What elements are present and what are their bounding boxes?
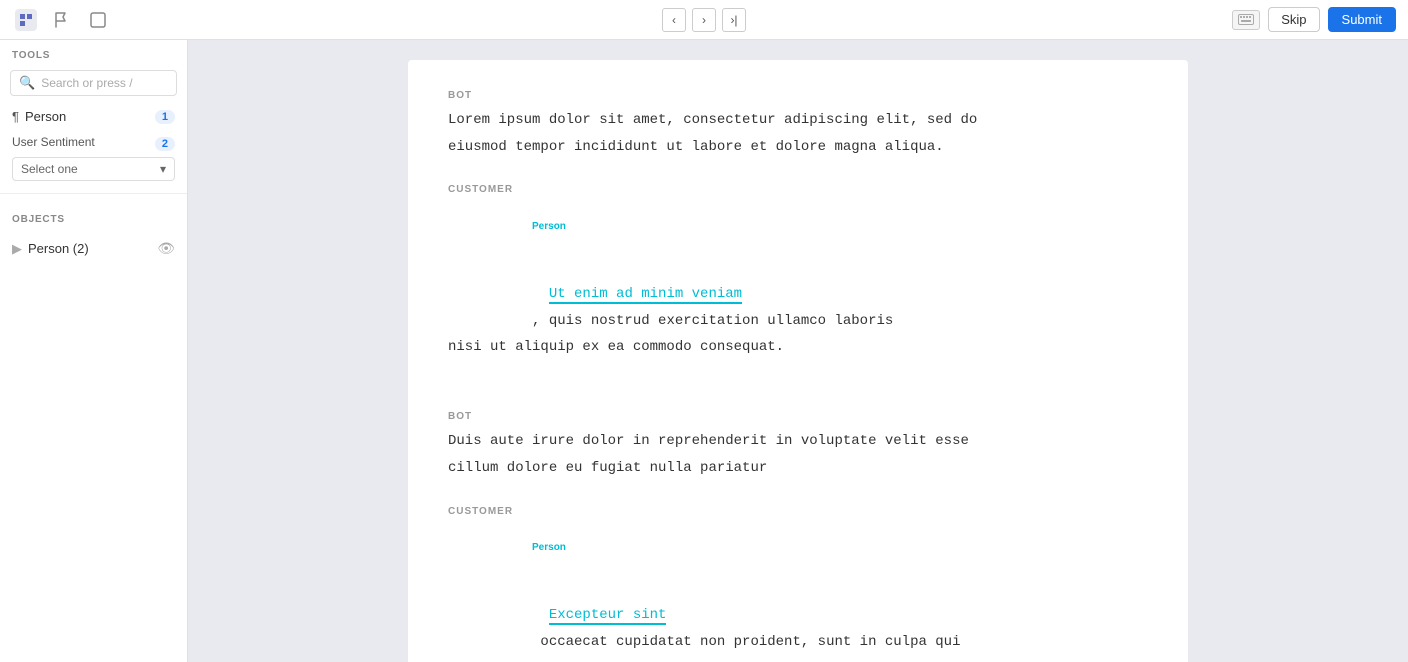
person-tool-icon: ¶ bbox=[12, 109, 19, 124]
content-area: BOT Lorem ipsum dolor sit amet, consecte… bbox=[188, 40, 1408, 662]
navigation-controls: ‹ › ›| bbox=[662, 8, 746, 32]
sidebar-divider bbox=[0, 193, 187, 194]
app-logo-icon bbox=[12, 6, 40, 34]
message-role-1: BOT bbox=[448, 90, 1148, 101]
message-text-4: Person Excepteur sint occaecat cupidatat… bbox=[448, 523, 1148, 662]
keyboard-icon bbox=[1232, 10, 1260, 30]
user-sentiment-badge: 2 bbox=[155, 137, 175, 151]
message-role-2: CUSTOMER bbox=[448, 184, 1148, 195]
message-role-4: CUSTOMER bbox=[448, 506, 1148, 517]
submit-button[interactable]: Submit bbox=[1328, 7, 1396, 32]
annotated-word-1: Ut enim ad minim veniam bbox=[549, 286, 742, 304]
square-icon bbox=[84, 6, 112, 34]
person-tool-label: Person bbox=[25, 109, 66, 124]
message-text-3: Duis aute irure dolor in reprehenderit i… bbox=[448, 428, 1148, 481]
conversation-card: BOT Lorem ipsum dolor sit amet, consecte… bbox=[408, 60, 1188, 662]
app-header: ‹ › ›| Skip Submit bbox=[0, 0, 1408, 40]
search-box[interactable]: 🔍 Search or press / bbox=[10, 70, 177, 96]
message-block-1: BOT Lorem ipsum dolor sit amet, consecte… bbox=[448, 90, 1148, 160]
main-layout: TOOLS 🔍 Search or press / ¶ Person 1 Use… bbox=[0, 40, 1408, 662]
objects-section: ▶ Person (2) 👁 bbox=[0, 230, 187, 267]
message-text-2: Person Ut enim ad minim veniam , quis no… bbox=[448, 201, 1148, 387]
header-left bbox=[12, 6, 112, 34]
skip-button[interactable]: Skip bbox=[1268, 7, 1319, 32]
message-text-1: Lorem ipsum dolor sit amet, consectetur … bbox=[448, 107, 1148, 160]
person-object-chevron-icon: ▶ bbox=[12, 241, 22, 257]
annotation-label-2: Person bbox=[532, 538, 566, 557]
annotation-label-1: Person bbox=[532, 217, 566, 236]
nav-next-button[interactable]: › bbox=[692, 8, 716, 32]
person-tool-badge: 1 bbox=[155, 110, 175, 124]
sentiment-select[interactable]: Select one ▾ bbox=[12, 157, 175, 181]
sentiment-chevron-icon: ▾ bbox=[160, 162, 166, 176]
person-object-left: ▶ Person (2) bbox=[12, 241, 89, 257]
person-object-item[interactable]: ▶ Person (2) 👁 bbox=[12, 236, 175, 261]
tools-section-header: TOOLS bbox=[0, 40, 187, 66]
search-icon: 🔍 bbox=[19, 75, 35, 91]
person-tool-label-group: ¶ Person bbox=[12, 109, 66, 124]
search-placeholder-text: Search or press / bbox=[41, 76, 132, 90]
header-right: Skip Submit bbox=[1232, 7, 1396, 32]
nav-prev-button[interactable]: ‹ bbox=[662, 8, 686, 32]
sidebar: TOOLS 🔍 Search or press / ¶ Person 1 Use… bbox=[0, 40, 188, 662]
person-object-label: Person (2) bbox=[28, 241, 89, 256]
visibility-icon[interactable]: 👁 bbox=[157, 240, 175, 257]
annotated-word-2: Excepteur sint bbox=[549, 607, 667, 625]
message-block-2: CUSTOMER Person Ut enim ad minim veniam … bbox=[448, 184, 1148, 387]
sentiment-select-value: Select one bbox=[21, 162, 78, 176]
message-block-4: CUSTOMER Person Excepteur sint occaecat … bbox=[448, 506, 1148, 662]
nav-last-button[interactable]: ›| bbox=[722, 8, 746, 32]
objects-section-header: OBJECTS bbox=[0, 204, 187, 230]
user-sentiment-section: User Sentiment 2 Select one ▾ bbox=[0, 129, 187, 183]
message-role-3: BOT bbox=[448, 411, 1148, 422]
message-block-3: BOT Duis aute irure dolor in reprehender… bbox=[448, 411, 1148, 481]
user-sentiment-label: User Sentiment bbox=[12, 135, 95, 149]
flag-icon bbox=[48, 6, 76, 34]
person-tool-item[interactable]: ¶ Person 1 bbox=[0, 104, 187, 129]
